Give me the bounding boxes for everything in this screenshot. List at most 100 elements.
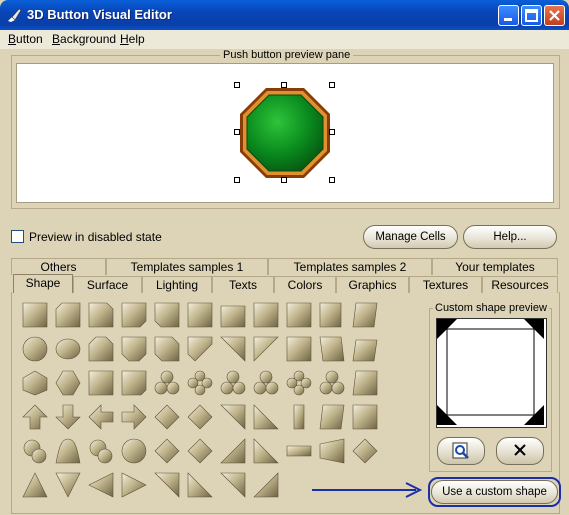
- shape-option[interactable]: [251, 436, 281, 466]
- selection-handle[interactable]: [329, 177, 335, 183]
- close-button[interactable]: [544, 5, 565, 26]
- tab-textures[interactable]: Textures: [409, 276, 482, 293]
- shape-option[interactable]: [20, 436, 50, 466]
- shape-option[interactable]: [152, 368, 182, 398]
- tab-graphics[interactable]: Graphics: [336, 276, 409, 293]
- maximize-button[interactable]: [521, 5, 542, 26]
- tab-resources[interactable]: Resources: [482, 276, 558, 293]
- selection-handle[interactable]: [234, 129, 240, 135]
- shape-option[interactable]: [350, 300, 380, 330]
- shape-option[interactable]: [251, 470, 281, 500]
- shape-option[interactable]: [251, 334, 281, 364]
- shape-option[interactable]: [119, 334, 149, 364]
- shape-option[interactable]: [218, 470, 248, 500]
- tab-lighting[interactable]: Lighting: [142, 276, 212, 293]
- shape-option[interactable]: [218, 436, 248, 466]
- shape-option[interactable]: [317, 368, 347, 398]
- selection-handle[interactable]: [329, 82, 335, 88]
- menu-background[interactable]: Background: [52, 32, 116, 46]
- shape-option[interactable]: [119, 470, 149, 500]
- help-button[interactable]: Help...: [463, 225, 557, 249]
- shape-option[interactable]: [350, 402, 380, 432]
- shape-option[interactable]: [350, 368, 380, 398]
- tab-surface[interactable]: Surface: [73, 276, 142, 293]
- shape-option[interactable]: [185, 470, 215, 500]
- title-bar[interactable]: 3D Button Visual Editor: [0, 0, 569, 30]
- tab-templates-samples-1[interactable]: Templates samples 1: [106, 258, 268, 275]
- shape-option[interactable]: [53, 402, 83, 432]
- shape-option[interactable]: [284, 300, 314, 330]
- shape-option[interactable]: [317, 436, 347, 466]
- shape-option[interactable]: [185, 436, 215, 466]
- editor-window: 3D Button Visual Editor Button Backgroun…: [0, 0, 569, 515]
- tab-others[interactable]: Others: [11, 258, 106, 275]
- shape-option[interactable]: [251, 368, 281, 398]
- shape-option[interactable]: [20, 300, 50, 330]
- menu-button-rest: utton: [16, 32, 43, 46]
- browse-shape-button[interactable]: [437, 437, 485, 465]
- shape-option[interactable]: [86, 402, 116, 432]
- selection-handle[interactable]: [329, 129, 335, 135]
- shape-option[interactable]: [218, 368, 248, 398]
- shape-option[interactable]: [119, 436, 149, 466]
- shape-option[interactable]: [86, 368, 116, 398]
- shape-option[interactable]: [53, 436, 83, 466]
- shape-option[interactable]: [284, 334, 314, 364]
- shape-option[interactable]: [152, 436, 182, 466]
- tab-colors[interactable]: Colors: [274, 276, 336, 293]
- tab-texts[interactable]: Texts: [212, 276, 274, 293]
- shape-option[interactable]: [86, 300, 116, 330]
- manage-cells-button[interactable]: Manage Cells: [363, 225, 458, 249]
- shape-option[interactable]: [152, 470, 182, 500]
- shape-option[interactable]: [350, 436, 380, 466]
- shape-option[interactable]: [317, 402, 347, 432]
- shape-option[interactable]: [251, 402, 281, 432]
- shape-option[interactable]: [20, 470, 50, 500]
- shape-option[interactable]: [218, 402, 248, 432]
- shape-option[interactable]: [284, 402, 314, 432]
- shape-option[interactable]: [20, 368, 50, 398]
- preview-disabled-checkbox[interactable]: [11, 230, 24, 243]
- shape-option[interactable]: [53, 334, 83, 364]
- shape-option[interactable]: [218, 300, 248, 330]
- octagon-button-preview[interactable]: [239, 87, 331, 179]
- shape-option[interactable]: [119, 368, 149, 398]
- shape-option[interactable]: [185, 402, 215, 432]
- shape-option[interactable]: [218, 334, 248, 364]
- menu-help-rest: elp: [128, 32, 145, 46]
- selection-handle[interactable]: [281, 82, 287, 88]
- shape-option[interactable]: [185, 334, 215, 364]
- shape-option[interactable]: [350, 334, 380, 364]
- use-custom-shape-button[interactable]: Use a custom shape: [431, 480, 558, 504]
- shape-option[interactable]: [86, 470, 116, 500]
- shape-option[interactable]: [119, 300, 149, 330]
- selection-handle[interactable]: [234, 82, 240, 88]
- tab-shape[interactable]: Shape: [13, 274, 73, 293]
- shape-option[interactable]: [20, 402, 50, 432]
- shape-option[interactable]: [53, 470, 83, 500]
- shape-option[interactable]: [317, 334, 347, 364]
- shape-option[interactable]: [86, 334, 116, 364]
- shape-option[interactable]: [185, 300, 215, 330]
- shape-option[interactable]: [152, 334, 182, 364]
- minimize-button[interactable]: [498, 5, 519, 26]
- shape-option[interactable]: [185, 368, 215, 398]
- tab-your-templates[interactable]: Your templates: [432, 258, 558, 275]
- shape-option[interactable]: [284, 436, 314, 466]
- menu-button[interactable]: Button: [8, 32, 43, 46]
- selection-handle[interactable]: [281, 177, 287, 183]
- shape-option[interactable]: [251, 300, 281, 330]
- selection-handle[interactable]: [234, 177, 240, 183]
- shape-option[interactable]: [152, 300, 182, 330]
- tab-templates-samples-2[interactable]: Templates samples 2: [268, 258, 432, 275]
- shape-option[interactable]: [53, 368, 83, 398]
- shape-option[interactable]: [53, 300, 83, 330]
- shape-option[interactable]: [317, 300, 347, 330]
- shape-option[interactable]: [119, 402, 149, 432]
- shape-option[interactable]: [152, 402, 182, 432]
- menu-help[interactable]: Help: [120, 32, 145, 46]
- delete-shape-button[interactable]: [496, 437, 544, 465]
- shape-option[interactable]: [86, 436, 116, 466]
- shape-option[interactable]: [20, 334, 50, 364]
- shape-option[interactable]: [284, 368, 314, 398]
